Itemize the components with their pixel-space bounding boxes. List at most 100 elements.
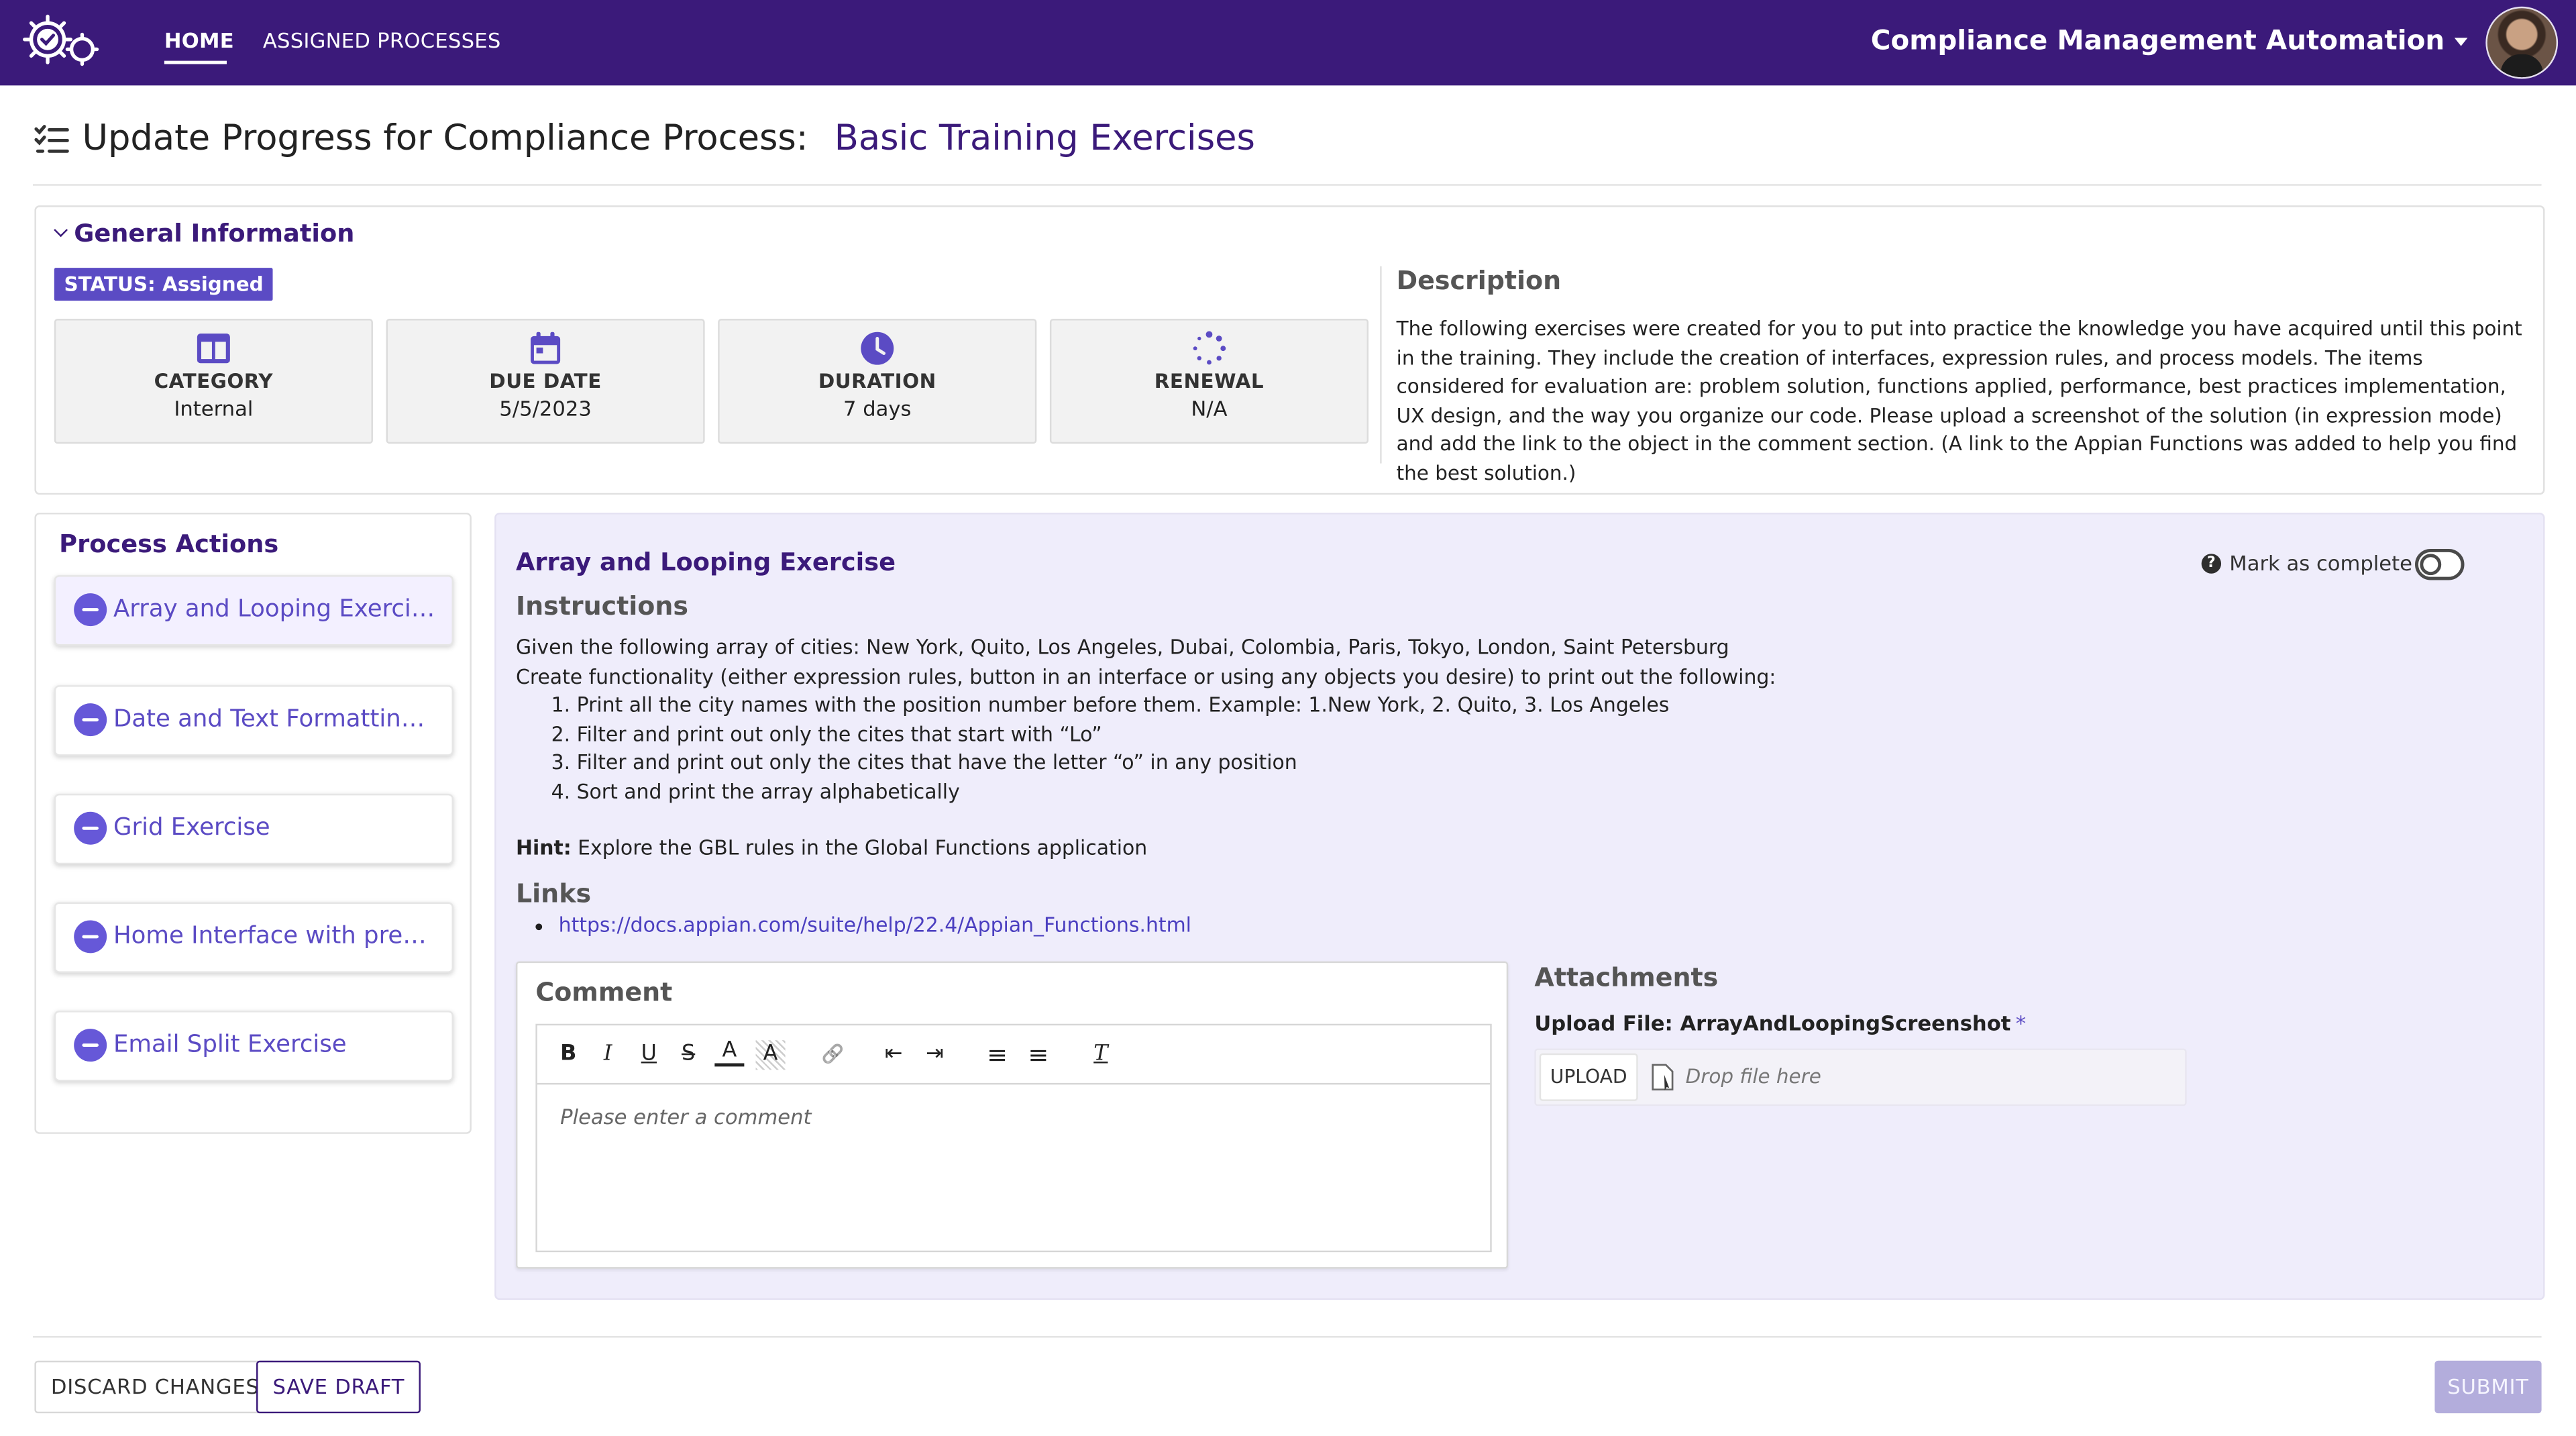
due-date-label: DUE DATE — [489, 370, 602, 393]
instructions-body: Given the following array of cities: New… — [516, 634, 1994, 807]
process-action-label: Date and Text Formatting Exercise — [113, 707, 435, 733]
appian-functions-link[interactable]: https://docs.appian.com/suite/help/22.4/… — [559, 914, 1191, 937]
instructions-line: Given the following array of cities: New… — [515, 635, 1729, 660]
minus-circle-icon — [74, 593, 107, 627]
rich-text-editor: B I U S A A 🔗 ⇤ ⇥ ≡ ≡ T Please enter a c… — [535, 1023, 1492, 1253]
general-information-card: General Information STATUS: Assigned CAT… — [34, 205, 2545, 495]
process-action-label: Grid Exercise — [113, 815, 270, 841]
text-color-icon[interactable]: A — [714, 1039, 745, 1067]
description-heading: Description — [1396, 266, 1562, 296]
mark-complete-label[interactable]: ? Mark as complete — [2201, 550, 2412, 576]
due-date-tile: DUE DATE 5/5/2023 — [386, 319, 705, 444]
save-draft-button[interactable]: SAVE DRAFT — [256, 1360, 421, 1414]
outdent-icon[interactable]: ⇤ — [879, 1040, 908, 1070]
minus-circle-icon — [74, 920, 107, 954]
minus-circle-icon — [74, 1029, 107, 1062]
exercise-title: Array and Looping Exercise — [515, 547, 896, 577]
process-actions-heading: Process Actions — [59, 529, 279, 559]
italic-icon[interactable]: I — [593, 1040, 623, 1070]
instruction-step: Print all the city names with the positi… — [577, 692, 1994, 721]
process-action-date-text-formatting[interactable]: Date and Text Formatting Exercise — [54, 685, 453, 756]
instructions-line: Create functionality (either expression … — [515, 664, 1776, 688]
renewal-label: RENEWAL — [1154, 370, 1265, 393]
info-divider — [1380, 266, 1382, 464]
page-title: Update Progress for Compliance Process: — [82, 118, 808, 160]
checklist-icon — [34, 123, 69, 152]
upload-button[interactable]: UPLOAD — [1539, 1053, 1638, 1101]
process-action-grid[interactable]: Grid Exercise — [54, 793, 453, 865]
process-action-label: Array and Looping Exercise — [113, 596, 435, 623]
instruction-step: Filter and print out only the cites that… — [577, 721, 1994, 750]
hint: Hint: Explore the GBL rules in the Globa… — [516, 837, 1147, 860]
mark-complete-text: Mark as complete — [2229, 550, 2412, 576]
minus-circle-icon — [74, 811, 107, 845]
top-navigation-bar: HOME ASSIGNED PROCESSES Compliance Manag… — [0, 0, 2576, 86]
mark-complete-toggle[interactable] — [2415, 548, 2465, 580]
status-badge: STATUS: Assigned — [54, 268, 274, 301]
clock-icon — [861, 331, 894, 365]
help-icon[interactable]: ? — [2201, 553, 2222, 573]
calendar-icon — [531, 331, 561, 364]
process-name: Basic Training Exercises — [834, 118, 1255, 160]
columns-icon — [197, 334, 230, 364]
due-date-value: 5/5/2023 — [499, 396, 592, 421]
category-tile: CATEGORY Internal — [54, 319, 373, 444]
hint-label: Hint: — [515, 836, 572, 860]
bullet-list-icon[interactable]: ≡ — [1024, 1040, 1053, 1070]
links-heading: Links — [515, 879, 592, 909]
drop-file-placeholder: Drop file here — [1685, 1064, 1821, 1088]
hint-text: Explore the GBL rules in the Global Func… — [578, 836, 1148, 860]
tab-home[interactable]: HOME — [164, 28, 234, 53]
category-label: CATEGORY — [154, 370, 274, 393]
caret-down-icon — [2454, 38, 2468, 46]
required-asterisk: * — [2015, 1011, 2027, 1035]
rich-text-toolbar: B I U S A A 🔗 ⇤ ⇥ ≡ ≡ T — [537, 1025, 1491, 1085]
gear-check-logo-icon[interactable] — [18, 11, 107, 74]
clear-format-icon[interactable]: T — [1086, 1040, 1116, 1070]
instruction-step: Sort and print the array alphabetically — [577, 778, 1994, 807]
links-list: https://docs.appian.com/suite/help/22.4/… — [516, 914, 1191, 937]
renewal-value: N/A — [1191, 396, 1228, 421]
instructions-heading: Instructions — [515, 591, 688, 621]
process-action-label: Home Interface with previous exercises — [113, 923, 435, 950]
file-upload-field[interactable]: UPLOAD Drop file here — [1534, 1048, 2187, 1107]
user-avatar[interactable] — [2485, 6, 2559, 79]
file-drop-icon — [1652, 1064, 1674, 1091]
description-text: The following exercises were created for… — [1396, 317, 2522, 484]
discard-changes-button[interactable]: DISCARD CHANGES — [34, 1360, 276, 1414]
highlight-icon[interactable]: A — [755, 1040, 786, 1070]
comment-box: Comment B I U S A A 🔗 ⇤ ⇥ ≡ ≡ T Please e… — [515, 961, 1509, 1269]
process-action-array-looping[interactable]: Array and Looping Exercise — [54, 575, 453, 646]
comment-input[interactable]: Please enter a comment — [537, 1084, 1490, 1149]
strikethrough-icon[interactable]: S — [674, 1040, 703, 1070]
link-icon[interactable]: 🔗 — [818, 1040, 848, 1070]
link-item: https://docs.appian.com/suite/help/22.4/… — [559, 914, 1191, 937]
comment-label: Comment — [535, 978, 673, 1008]
duration-label: DURATION — [818, 370, 936, 393]
process-action-email-split[interactable]: Email Split Exercise — [54, 1011, 453, 1082]
minus-circle-icon — [74, 703, 107, 737]
category-value: Internal — [174, 396, 254, 421]
instruction-step: Filter and print out only the cites that… — [577, 750, 1994, 778]
app-switcher[interactable]: Compliance Management Automation — [1871, 25, 2468, 56]
active-tab-indicator — [164, 60, 227, 64]
attachments-heading: Attachments — [1534, 963, 1719, 993]
renewal-tile: RENEWAL N/A — [1049, 319, 1369, 444]
process-action-home-interface[interactable]: Home Interface with previous exercises — [54, 902, 453, 973]
duration-value: 7 days — [843, 396, 912, 421]
submit-button[interactable]: SUBMIT — [2434, 1360, 2542, 1414]
upload-label: Upload File: ArrayAndLoopingScreenshot * — [1534, 1011, 2026, 1035]
instructions-steps: Print all the city names with the positi… — [516, 692, 1994, 807]
numbered-list-icon[interactable]: ≡ — [983, 1040, 1012, 1070]
upload-label-text: Upload File: ArrayAndLoopingScreenshot — [1534, 1011, 2011, 1035]
tab-assigned-processes[interactable]: ASSIGNED PROCESSES — [263, 28, 501, 53]
underline-icon[interactable]: U — [634, 1040, 663, 1070]
general-information-toggle[interactable]: General Information — [54, 218, 355, 248]
app-root: HOME ASSIGNED PROCESSES Compliance Manag… — [0, 0, 2576, 1436]
duration-tile: DURATION 7 days — [718, 319, 1037, 444]
process-action-label: Email Split Exercise — [113, 1031, 347, 1059]
process-actions-card: Process Actions Array and Looping Exerci… — [34, 513, 472, 1134]
indent-icon[interactable]: ⇥ — [920, 1040, 949, 1070]
bold-icon[interactable]: B — [553, 1040, 583, 1070]
general-information-heading: General Information — [74, 218, 355, 248]
